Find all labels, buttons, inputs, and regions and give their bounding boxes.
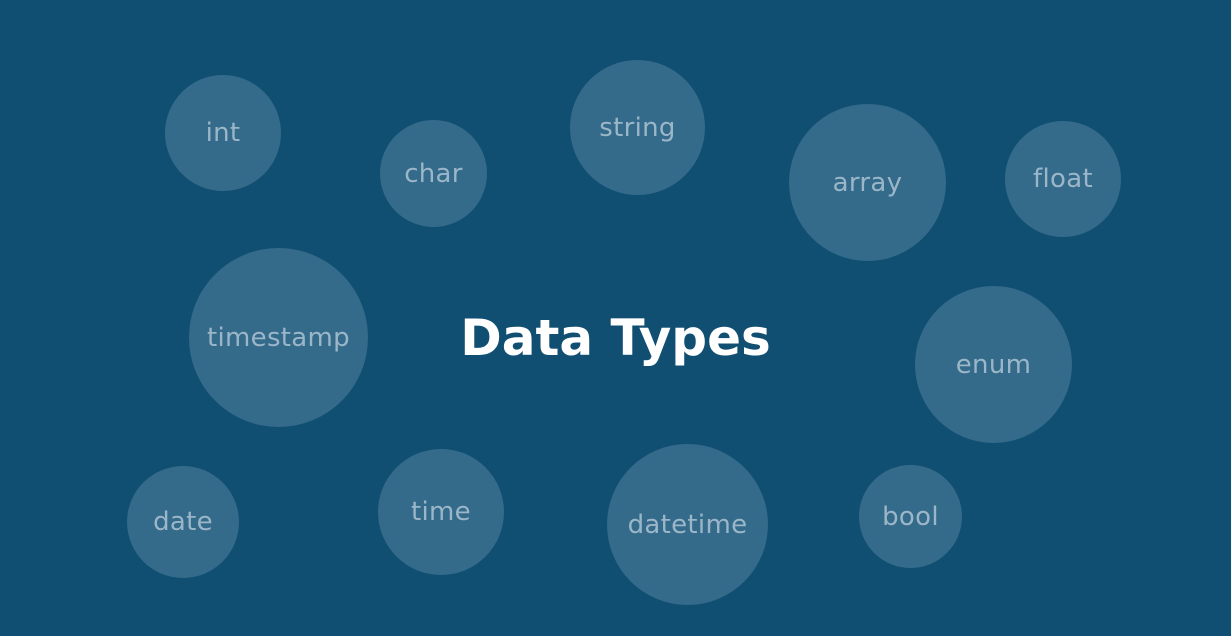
bubble-label: time [411, 497, 471, 527]
bubble-bool: bool [859, 465, 962, 568]
bubble-label: char [404, 158, 463, 189]
bubble-char: char [380, 120, 487, 227]
bubble-label: string [599, 112, 676, 143]
bubble-float: float [1005, 121, 1121, 237]
bubble-time: time [378, 449, 504, 575]
bubble-datetime: datetime [607, 444, 768, 605]
bubble-date: date [127, 466, 239, 578]
bubble-int: int [165, 75, 281, 191]
bubble-label: float [1033, 164, 1093, 194]
page-title: Data Types [460, 309, 771, 367]
bubble-label: int [205, 118, 241, 148]
bubble-label: array [832, 167, 903, 198]
bubble-label: date [153, 507, 213, 537]
bubble-label: bool [882, 501, 939, 532]
bubble-string: string [570, 60, 705, 195]
bubble-array: array [789, 104, 946, 261]
bubble-label: datetime [627, 509, 748, 540]
